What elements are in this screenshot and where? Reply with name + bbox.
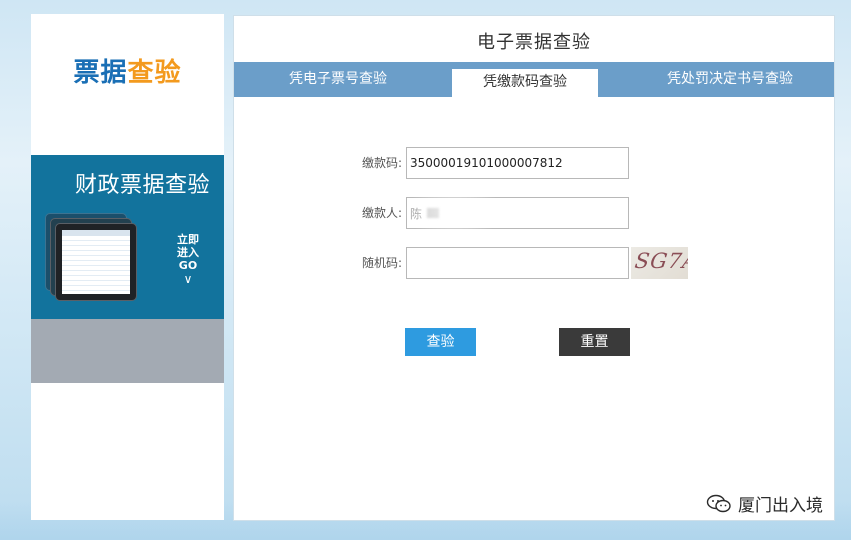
page-title: 电子票据查验 [477, 32, 591, 53]
tab-penalty-decision-number[interactable]: 凭处罚决定书号查验 [626, 62, 834, 97]
fiscal-check-promo-banner[interactable]: 财政票据查验 立即 进入 GO ∨ [31, 155, 224, 319]
enter-go-button[interactable]: 立即 进入 GO ∨ [173, 233, 203, 299]
enter-line1: 立即 [177, 233, 199, 246]
payer-input[interactable] [406, 197, 629, 229]
logo-text-part2: 查验 [127, 58, 182, 88]
tab-bar: 凭电子票号查验 凭缴款码查验 凭处罚决定书号查验 [234, 62, 834, 103]
reset-button[interactable]: 重置 [559, 328, 630, 356]
random-code-label: 随机码: [361, 256, 402, 270]
watermark: 厦门出入境 [706, 491, 823, 516]
logo-text-part1: 票据 [73, 58, 128, 88]
check-button[interactable]: 查验 [405, 328, 476, 356]
chevron-down-icon: ∨ [183, 272, 193, 286]
payer-label: 缴款人: [361, 206, 402, 220]
sidebar-gray-block [31, 319, 224, 383]
payment-code-row: 缴款码: [234, 147, 834, 179]
redaction-blur [427, 208, 439, 218]
site-logo[interactable]: 票据查验 [31, 52, 224, 89]
random-code-input[interactable] [406, 247, 629, 279]
random-code-row: 随机码: SG7A [234, 247, 834, 279]
captcha-text: SG7A [633, 249, 688, 273]
enter-line3: GO [178, 259, 198, 272]
tab-payment-code[interactable]: 凭缴款码查验 [452, 69, 598, 103]
tab-e-ticket-number[interactable]: 凭电子票号查验 [234, 62, 442, 97]
tablet-illustration-icon [45, 213, 141, 305]
main-panel: 电子票据查验 凭电子票号查验 凭缴款码查验 凭处罚决定书号查验 缴款码: 缴款人… [233, 15, 835, 521]
payment-code-label: 缴款码: [361, 156, 402, 170]
payer-row: 缴款人: [234, 185, 834, 239]
wechat-icon [706, 494, 731, 512]
sidebar: 票据查验 财政票据查验 立即 进入 GO ∨ [31, 14, 224, 520]
promo-title: 财政票据查验 [74, 173, 210, 198]
watermark-text: 厦门出入境 [738, 496, 823, 516]
enter-line2: 进入 [177, 246, 199, 259]
payment-code-input[interactable] [406, 147, 629, 179]
captcha-image[interactable]: SG7A [631, 247, 688, 279]
